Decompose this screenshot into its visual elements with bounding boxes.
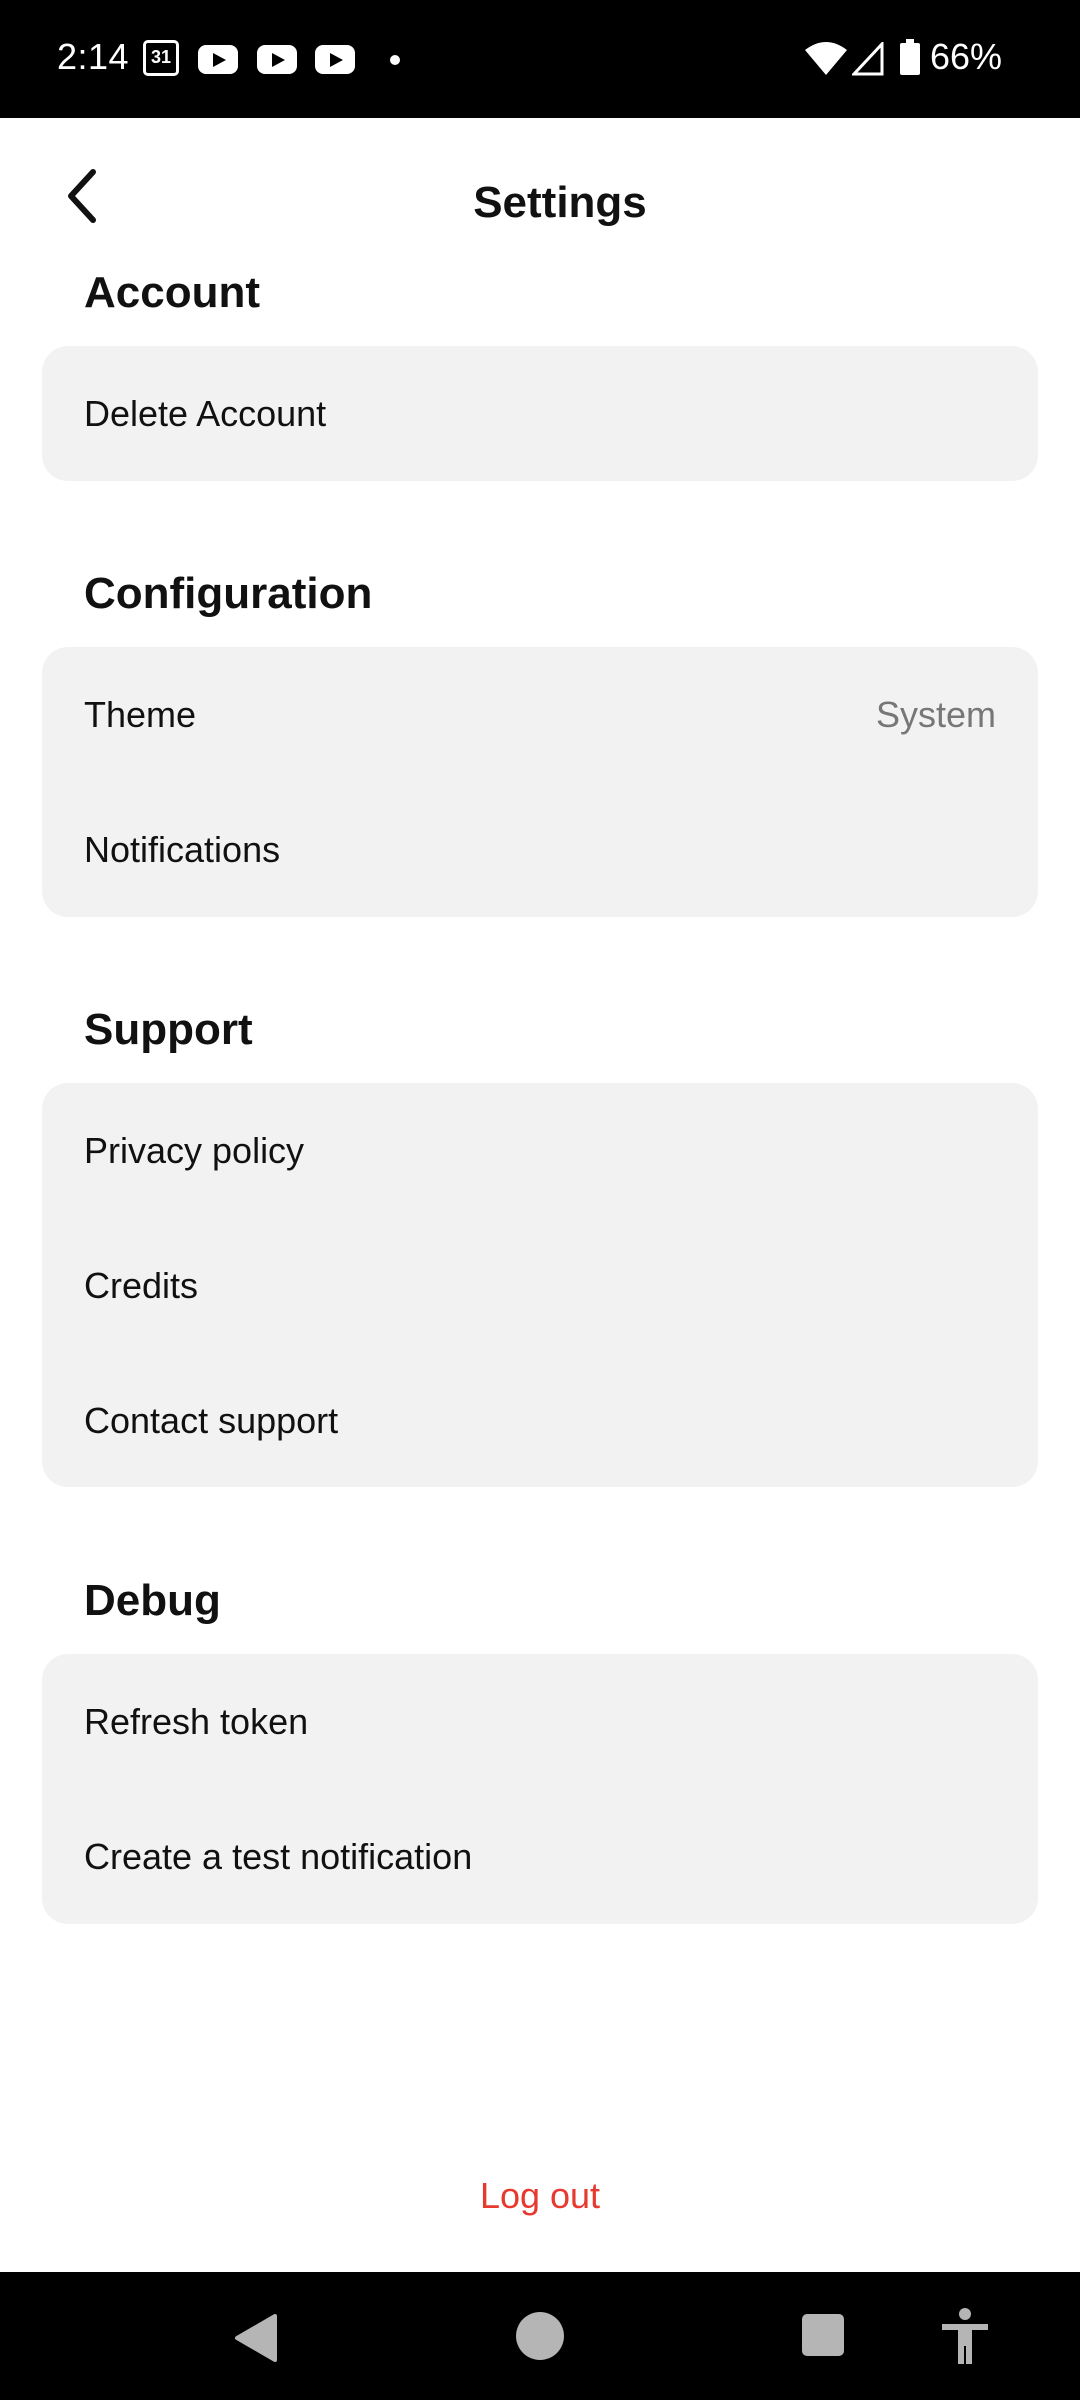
delete-account-item[interactable]: Delete Account: [42, 346, 1038, 481]
page-title: Settings: [473, 178, 647, 227]
account-card: Delete Account: [42, 346, 1038, 481]
signal-icon: [852, 42, 884, 76]
logout-button[interactable]: Log out: [0, 2175, 1080, 2217]
item-label: Privacy policy: [84, 1129, 305, 1171]
youtube-icon: [198, 45, 238, 74]
theme-value: System: [875, 693, 996, 735]
battery-icon: [900, 39, 920, 75]
section-title-account: Account: [84, 268, 260, 317]
support-card: Privacy policy Credits Contact support: [42, 1083, 1038, 1487]
wifi-icon: [805, 42, 847, 75]
item-label: Notifications: [84, 828, 281, 870]
contact-support-item[interactable]: Contact support: [42, 1353, 1038, 1488]
nav-home-icon[interactable]: [516, 2312, 564, 2360]
notification-dot-icon: [390, 55, 400, 65]
calendar-icon: 31: [143, 40, 179, 76]
item-label: Theme: [84, 693, 197, 735]
battery-percentage: 66%: [930, 36, 1003, 77]
item-label: Create a test notification: [84, 1835, 473, 1877]
refresh-token-item[interactable]: Refresh token: [42, 1654, 1038, 1789]
nav-back-icon[interactable]: [233, 2314, 279, 2362]
status-time: 2:14: [57, 36, 130, 77]
nav-recents-icon[interactable]: [802, 2314, 844, 2356]
create-test-notification-item[interactable]: Create a test notification: [42, 1789, 1038, 1924]
item-label: Contact support: [84, 1399, 339, 1441]
section-title-support: Support: [84, 1005, 253, 1054]
youtube-icon: [315, 45, 355, 74]
accessibility-icon[interactable]: [940, 2308, 990, 2364]
theme-item[interactable]: Theme System: [42, 647, 1038, 782]
privacy-policy-item[interactable]: Privacy policy: [42, 1083, 1038, 1218]
item-label: Delete Account: [84, 392, 327, 434]
debug-card: Refresh token Create a test notification: [42, 1654, 1038, 1924]
notifications-item[interactable]: Notifications: [42, 782, 1038, 917]
status-bar: 2:14 31 66%: [0, 0, 1080, 118]
system-nav-bar: [0, 2272, 1080, 2400]
app-header: Settings: [0, 118, 1080, 288]
youtube-icon: [257, 45, 297, 74]
configuration-card: Theme System Notifications: [42, 647, 1038, 917]
item-label: Credits: [84, 1264, 199, 1306]
item-label: Refresh token: [84, 1700, 309, 1742]
credits-item[interactable]: Credits: [42, 1218, 1038, 1353]
section-title-debug: Debug: [84, 1576, 221, 1625]
section-title-configuration: Configuration: [84, 569, 373, 618]
